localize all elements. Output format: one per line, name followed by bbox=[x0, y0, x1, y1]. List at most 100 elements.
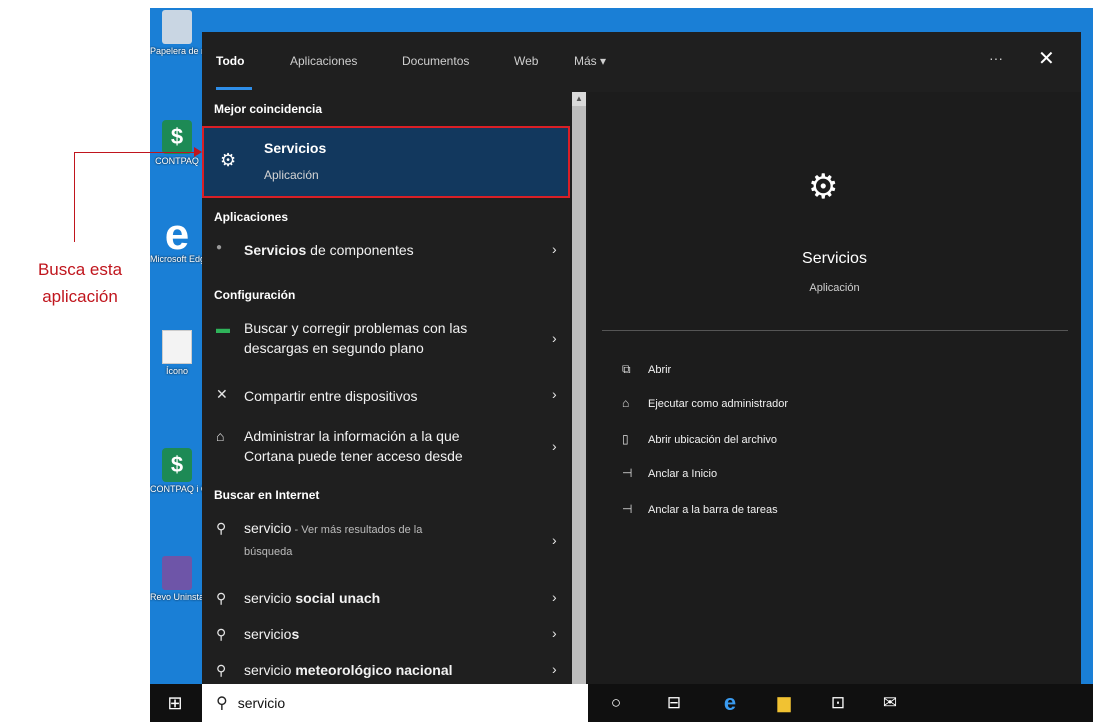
best-match-name: Servicios bbox=[264, 140, 327, 156]
best-match-kind: Aplicación bbox=[264, 168, 319, 182]
store-icon[interactable]: ⊡ bbox=[816, 684, 860, 722]
desktop-icon-label: CONTPAQ bbox=[155, 156, 199, 166]
folder-icon: ▯ bbox=[622, 432, 629, 446]
annotation-line bbox=[74, 152, 200, 153]
tab-todo[interactable]: Todo bbox=[216, 54, 244, 68]
desktop-icon-contpaq[interactable]: $ CONTPAQ bbox=[150, 120, 204, 166]
web-result-label: servicios bbox=[244, 626, 300, 642]
taskbar: ⊞ ⚲ servicio ○ ⊟ e ▆ ⊡ ✉ bbox=[150, 684, 1093, 722]
section-header-settings: Configuración bbox=[214, 288, 296, 302]
revo-uninstaller-icon bbox=[162, 556, 192, 590]
results-scrollbar[interactable] bbox=[572, 92, 586, 684]
file-explorer-icon[interactable]: ▆ bbox=[762, 684, 806, 722]
web-result[interactable]: ⚲ servicio meteorológico nacional › bbox=[202, 658, 570, 684]
gear-icon: ⚙ bbox=[808, 168, 839, 206]
troubleshoot-icon: ▬ bbox=[216, 320, 230, 336]
tab-aplicaciones[interactable]: Aplicaciones bbox=[290, 54, 357, 68]
desktop-icon-label: CONTPAQ i Comercial bbox=[150, 484, 204, 494]
chevron-right-icon[interactable]: › bbox=[552, 386, 557, 402]
gear-icon: ⚙ bbox=[220, 150, 237, 170]
web-result-label: servicio - Ver más resultados de la búsqu… bbox=[244, 520, 423, 558]
annotation-line bbox=[74, 152, 75, 242]
chevron-right-icon[interactable]: › bbox=[552, 330, 557, 346]
settings-result-label: Buscar y corregir problemas con las desca… bbox=[244, 320, 468, 356]
desktop-icon-recycle-bin[interactable]: Papelera de reciclaje bbox=[150, 10, 204, 56]
cortana-icon[interactable]: ○ bbox=[594, 684, 638, 722]
recycle-bin-icon bbox=[162, 10, 192, 44]
settings-result-label: Compartir entre dispositivos bbox=[244, 388, 418, 404]
web-result[interactable]: ⚲ servicio - Ver más resultados de la bús… bbox=[202, 516, 570, 568]
action-pin-to-taskbar[interactable]: ⊣ Anclar a la barra de tareas bbox=[622, 502, 778, 516]
action-open-file-location[interactable]: ▯ Abrir ubicación del archivo bbox=[622, 432, 777, 446]
active-tab-indicator bbox=[216, 87, 252, 90]
screenshot-stage: Papelera de reciclaje $ CONTPAQ e Micros… bbox=[0, 0, 1093, 722]
app-result-label: Servicios de componentes bbox=[244, 242, 414, 258]
search-icon: ⚲ bbox=[216, 626, 227, 642]
chevron-right-icon[interactable]: › bbox=[552, 589, 557, 605]
section-header-best-match: Mejor coincidencia bbox=[214, 102, 323, 116]
action-open[interactable]: ⧉ Abrir bbox=[622, 362, 671, 377]
document-icon bbox=[162, 330, 192, 364]
desktop-icon-label: Ícono bbox=[165, 366, 189, 376]
app-result[interactable]: ● Servicios de componentes › bbox=[202, 238, 570, 266]
contpaq-icon: $ bbox=[162, 120, 192, 154]
desktop-icon-revo[interactable]: Revo Uninstaller bbox=[150, 556, 204, 602]
scroll-up-icon[interactable]: ▲ bbox=[572, 92, 586, 106]
share-devices-icon: ✕ bbox=[216, 386, 228, 402]
open-icon: ⧉ bbox=[622, 362, 631, 376]
results-list: Mejor coincidencia ⚙ Servicios Aplicació… bbox=[202, 92, 570, 684]
desktop-icon-label: Microsoft Edge bbox=[150, 254, 204, 264]
pin-icon: ⊣ bbox=[622, 466, 633, 480]
tab-web[interactable]: Web bbox=[514, 54, 538, 68]
chevron-right-icon[interactable]: › bbox=[552, 661, 557, 677]
more-options-icon[interactable]: ··· bbox=[989, 50, 1003, 66]
preview-kind: Aplicación bbox=[809, 282, 860, 294]
action-pin-to-start[interactable]: ⊣ Anclar a Inicio bbox=[622, 466, 717, 480]
best-match-result[interactable]: ⚙ Servicios Aplicación bbox=[202, 126, 570, 198]
preview-pane: ⚙ Servicios Aplicación ⧉ Abrir ⌂ Ejecutar … bbox=[588, 92, 1081, 684]
mail-icon[interactable]: ✉ bbox=[868, 684, 912, 722]
contpaq-icon: $ bbox=[162, 448, 192, 482]
annotation-text: Busca esta aplicación bbox=[37, 260, 123, 306]
chevron-right-icon[interactable]: › bbox=[552, 625, 557, 641]
search-icon: ⚲ bbox=[216, 520, 227, 536]
desktop-icon-contpaq-comercial[interactable]: $ CONTPAQ i Comercial bbox=[150, 448, 204, 494]
web-result-label: servicio meteorológico nacional bbox=[244, 662, 453, 678]
task-view-icon[interactable]: ⊟ bbox=[652, 684, 696, 722]
preview-title: Servicios bbox=[802, 250, 867, 267]
start-search-panel: Todo Aplicaciones Documentos Web Más ▾ ·… bbox=[202, 32, 1081, 684]
filter-tabs: Todo Aplicaciones Documentos Web Más ▾ ·… bbox=[202, 32, 1081, 90]
web-result[interactable]: ⚲ servicio social unach › bbox=[202, 586, 570, 614]
annotation-arrowhead bbox=[194, 147, 202, 157]
tab-documentos[interactable]: Documentos bbox=[402, 54, 469, 68]
edge-icon: e bbox=[164, 210, 190, 259]
search-icon: ⚲ bbox=[216, 695, 228, 712]
search-icon: ⚲ bbox=[216, 662, 227, 678]
taskbar-search-box[interactable]: ⚲ servicio bbox=[202, 684, 588, 722]
chevron-right-icon[interactable]: › bbox=[552, 438, 557, 454]
settings-result[interactable]: ✕ Compartir entre dispositivos › bbox=[202, 382, 570, 412]
close-icon[interactable]: ✕ bbox=[1038, 46, 1055, 71]
admin-icon: ⌂ bbox=[622, 396, 630, 410]
action-run-as-admin[interactable]: ⌂ Ejecutar como administrador bbox=[622, 396, 788, 410]
chevron-right-icon[interactable]: › bbox=[552, 532, 557, 548]
desktop-icon-edge[interactable]: e Microsoft Edge bbox=[150, 210, 204, 265]
settings-result-label: Administrar la información a la que Corta… bbox=[244, 428, 463, 464]
chevron-right-icon[interactable]: › bbox=[552, 241, 557, 257]
edge-icon[interactable]: e bbox=[708, 684, 752, 722]
desktop-icon-label: Revo Uninstaller bbox=[150, 592, 204, 602]
cortana-permissions-icon: ⌂ bbox=[216, 428, 225, 444]
section-header-apps: Aplicaciones bbox=[214, 210, 289, 224]
section-header-web: Buscar en Internet bbox=[214, 488, 320, 502]
tab-mas[interactable]: Más ▾ bbox=[574, 54, 606, 68]
component-services-icon: ● bbox=[216, 242, 223, 253]
desktop-icon-document[interactable]: Ícono bbox=[150, 330, 204, 376]
web-result-label: servicio social unach bbox=[244, 590, 381, 606]
search-input[interactable]: servicio bbox=[238, 695, 285, 711]
windows-start-icon[interactable]: ⊞ bbox=[150, 684, 200, 722]
divider bbox=[602, 330, 1068, 331]
web-result[interactable]: ⚲ servicios › bbox=[202, 622, 570, 650]
settings-result[interactable]: ▬ Buscar y corregir problemas con las des… bbox=[202, 314, 570, 364]
desktop-icon-label: Papelera de reciclaje bbox=[150, 46, 204, 56]
settings-result[interactable]: ⌂ Administrar la información a la que Cor… bbox=[202, 422, 570, 472]
